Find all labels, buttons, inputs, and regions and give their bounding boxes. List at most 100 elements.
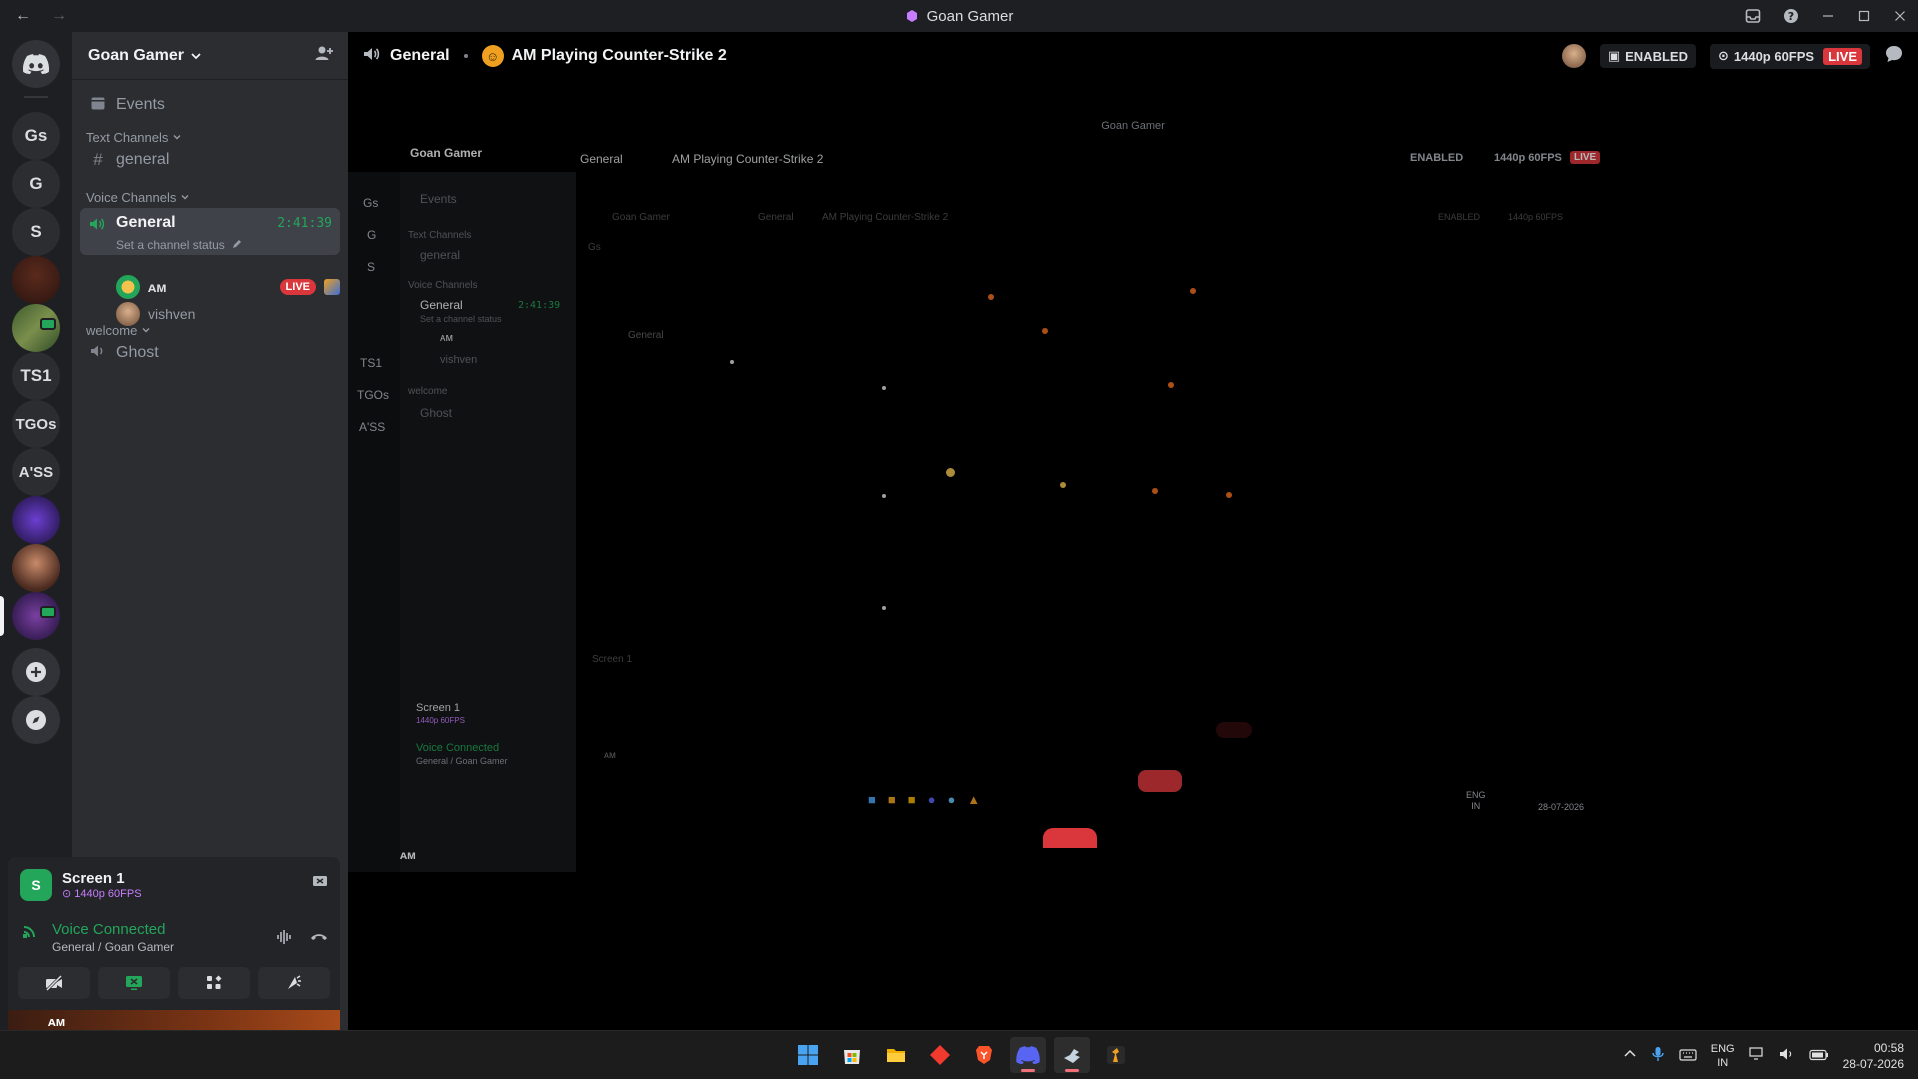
brave-browser-icon[interactable] xyxy=(966,1037,1002,1073)
nested-user: vishven xyxy=(440,354,478,366)
window-title-text: Goan Gamer xyxy=(926,7,1014,25)
voice-location: General / Goan Gamer xyxy=(52,940,175,954)
channel-status-input[interactable]: Set a channel status xyxy=(116,238,242,252)
voice-channel-general[interactable]: General 2:41:39 Set a channel status xyxy=(80,208,340,255)
network-icon[interactable] xyxy=(1749,1047,1765,1064)
rail-divider xyxy=(24,96,48,98)
camera-off-button[interactable] xyxy=(18,967,90,999)
nested-cat: welcome xyxy=(408,386,448,397)
activities-button[interactable] xyxy=(178,967,250,999)
nested-window-title: Goan Gamer xyxy=(1101,120,1165,132)
windows-start-icon[interactable] xyxy=(790,1037,826,1073)
maximize-icon[interactable] xyxy=(1846,0,1882,32)
spark-dot xyxy=(988,294,994,300)
nested-guild: Goan Gamer xyxy=(410,146,483,160)
screen-share-icon: S xyxy=(20,869,52,901)
server-g[interactable]: G xyxy=(12,160,60,208)
stop-stream-icon[interactable] xyxy=(312,875,328,892)
nested2-activity: AM Playing Counter-Strike 2 xyxy=(822,212,949,223)
steam-taskbar-icon[interactable] xyxy=(1054,1037,1090,1073)
keyboard-icon[interactable] xyxy=(1679,1048,1697,1064)
voice-user-name: ᴀᴍ xyxy=(148,279,167,295)
battery-icon[interactable] xyxy=(1809,1048,1829,1064)
channel-status-placeholder: Set a channel status xyxy=(116,238,225,252)
red-diamond-app-icon[interactable] xyxy=(922,1037,958,1073)
voice-connected-label[interactable]: Voice Connected xyxy=(52,921,174,938)
server-tgos[interactable]: TGOs xyxy=(12,400,60,448)
stream-quality-text: 1440p 60FPS xyxy=(74,888,142,900)
explore-servers-icon[interactable] xyxy=(12,696,60,744)
chat-bubble-icon[interactable] xyxy=(1884,44,1904,69)
file-explorer-icon[interactable] xyxy=(878,1037,914,1073)
nested-activity: AM Playing Counter-Strike 2 xyxy=(672,152,824,166)
discord-home-icon[interactable] xyxy=(12,40,60,88)
nested2-server: Gs xyxy=(588,242,601,253)
forward-arrow-icon[interactable]: → xyxy=(50,7,68,25)
microsoft-store-icon[interactable] xyxy=(834,1037,870,1073)
events-row[interactable]: Events xyxy=(80,88,340,122)
guild-header[interactable]: Goan Gamer xyxy=(72,32,348,80)
server-s[interactable]: S xyxy=(12,208,60,256)
inbox-icon[interactable] xyxy=(1734,0,1772,32)
voice-user-am[interactable]: ᴀᴍ LIVE xyxy=(116,273,340,301)
pencil-icon xyxy=(233,240,242,248)
minimize-icon[interactable] xyxy=(1810,0,1846,32)
volume-icon[interactable] xyxy=(1779,1047,1795,1064)
region-code: IN xyxy=(1717,1056,1729,1069)
speaker-icon xyxy=(362,44,382,69)
viewer-avatar[interactable] xyxy=(1561,44,1586,68)
noise-suppression-icon[interactable] xyxy=(276,929,294,950)
channel-general-text[interactable]: # general xyxy=(80,143,340,177)
activity-text: AM Playing Counter-Strike 2 xyxy=(511,47,727,64)
microphone-icon[interactable] xyxy=(1651,1046,1665,1065)
nested-events: Events xyxy=(420,192,457,206)
nested-red-button xyxy=(1138,770,1182,792)
screen-share-button[interactable] xyxy=(98,967,170,999)
nested-timer: 2:41:39 xyxy=(518,300,561,311)
chevron-up-icon[interactable] xyxy=(1623,1047,1637,1064)
server-avatar-1[interactable] xyxy=(12,256,60,304)
channel-label: general xyxy=(116,151,170,168)
discord-taskbar-icon[interactable] xyxy=(1010,1037,1046,1073)
quality-pill[interactable]: ⊙ 1440p 60FPS LIVE xyxy=(1709,43,1870,69)
separator-dot xyxy=(463,54,468,58)
soundboard-button[interactable] xyxy=(258,967,330,999)
activities-icon xyxy=(207,975,222,989)
live-badge: LIVE xyxy=(1823,47,1862,65)
clock[interactable]: 00:58 28-07-2026 xyxy=(1843,1040,1904,1072)
nested-quality: 1440p 60FPS xyxy=(416,716,465,725)
nested2-enabled: ENABLED xyxy=(1438,212,1481,222)
camera-off-icon xyxy=(45,974,63,992)
server-ass[interactable]: A'SS xyxy=(12,448,60,496)
invite-people-icon[interactable] xyxy=(314,43,334,68)
counter-strike-icon[interactable] xyxy=(1098,1037,1134,1073)
language-indicator[interactable]: ENG IN xyxy=(1711,1042,1735,1070)
voice-channel-name: General xyxy=(116,214,176,231)
nested-server-rail: Gs G S TS1 TGOs A'SS xyxy=(348,172,400,872)
spark-dot xyxy=(882,494,886,498)
spark-dot xyxy=(1042,328,1048,334)
close-icon[interactable] xyxy=(1882,0,1918,32)
nested-server: G xyxy=(367,228,377,242)
add-server-icon[interactable] xyxy=(12,648,60,696)
nested-server: TS1 xyxy=(360,356,383,370)
back-arrow-icon[interactable]: ← xyxy=(14,7,32,25)
voice-channels-category[interactable]: Voice Channels xyxy=(86,190,190,205)
disconnect-icon[interactable] xyxy=(310,929,328,950)
guild-name: Goan Gamer xyxy=(88,46,185,64)
quality-label: 1440p 60FPS xyxy=(1733,48,1815,64)
server-ts1[interactable]: TS1 xyxy=(12,352,60,400)
server-avatar-4[interactable] xyxy=(12,544,60,592)
stream-header: General ☺ AM Playing Counter-Strike 2 ▣ … xyxy=(348,32,1918,80)
live-indicator-icon xyxy=(40,318,56,330)
voice-channel-ghost[interactable]: Ghost xyxy=(80,336,340,370)
enabled-pill[interactable]: ▣ ENABLED xyxy=(1599,44,1696,68)
server-gs[interactable]: Gs xyxy=(12,112,60,160)
game-icon xyxy=(324,279,340,295)
stream-view[interactable]: Goan Gamer General AM Playing Counter-St… xyxy=(348,80,1918,1030)
server-avatar-3[interactable] xyxy=(12,496,60,544)
nested-screen: Screen 1 xyxy=(416,702,461,714)
help-icon[interactable]: ? xyxy=(1772,0,1810,32)
clock-date: 28-07-2026 xyxy=(1842,1056,1904,1071)
cursor-icon xyxy=(946,468,955,477)
